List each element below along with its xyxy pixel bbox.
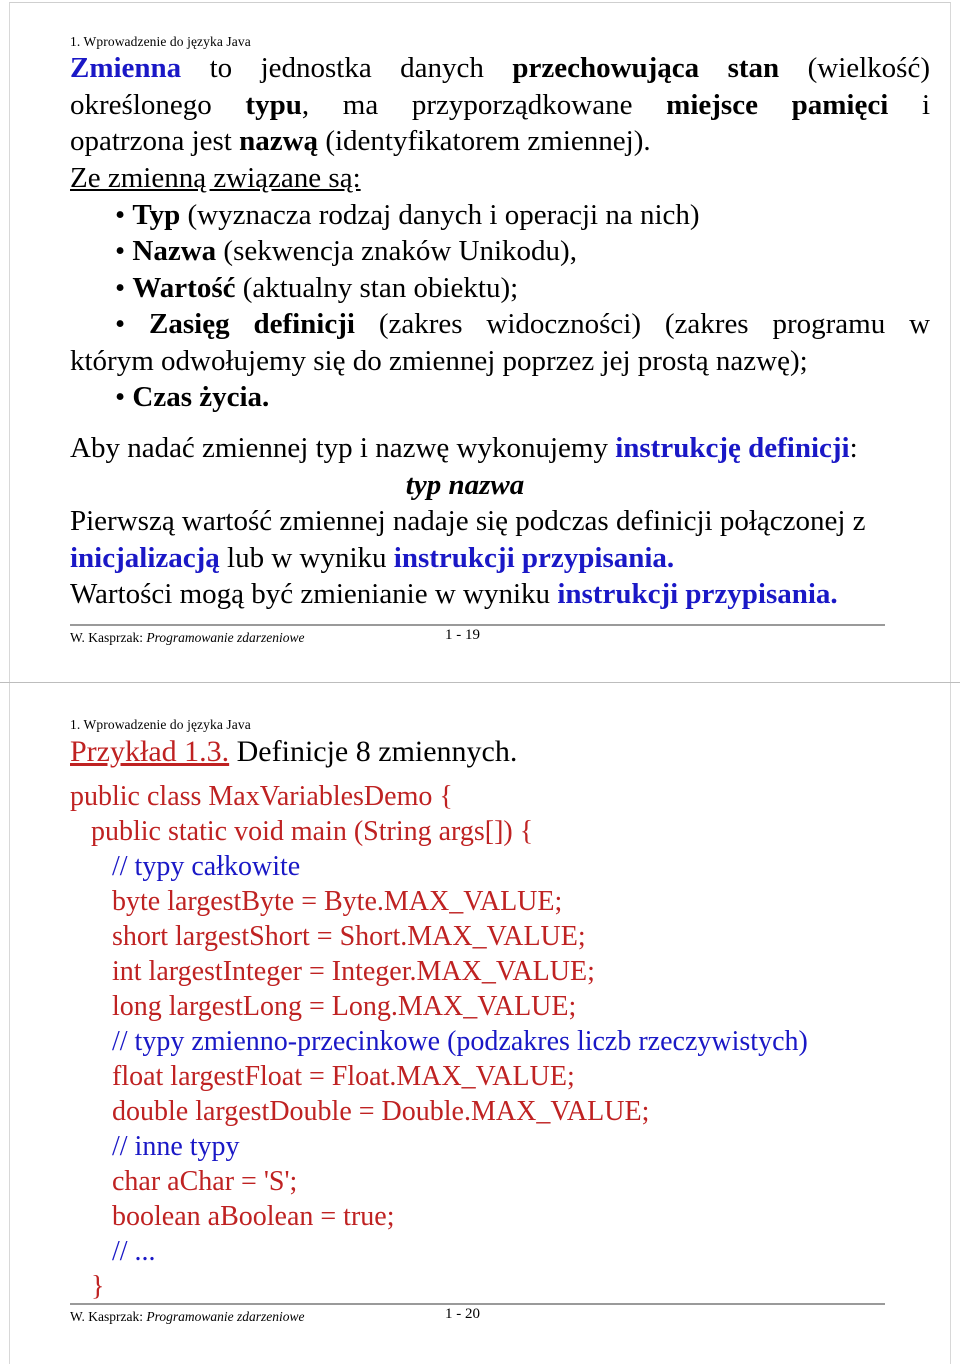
list-item-desc: (aktualny stan obiektu); [235, 271, 519, 304]
code-line: short largestShort = Short.MAX_VALUE; [70, 921, 586, 952]
footer-page-number: 1 - 20 [445, 1306, 480, 1322]
footer-author: W. Kasprzak: [70, 1309, 147, 1324]
slide-1-closing-block: Aby nadać zmiennej typ i nazwę wykonujem… [70, 430, 930, 613]
term-inicjalizacja: inicjalizacją [70, 541, 220, 574]
code-comment-line: // inne typy [70, 1131, 240, 1162]
list-item: • Wartość (aktualny stan obiektu); [70, 270, 930, 307]
footer-course-title: Programowanie zdarzeniowe [146, 630, 305, 645]
slide-2-kicker-block: 1. Wprowadzenie do języka Java [70, 717, 932, 732]
slide-2-footer: W. Kasprzak: Programowanie zdarzeniowe 1… [70, 1303, 885, 1325]
slide-kicker: 1. Wprowadzenie do języka Java [70, 717, 251, 732]
list-item-desc: (sekwencja znaków Unikodu), [216, 235, 577, 267]
list-item-term: Typ [132, 198, 181, 231]
code-block: public class MaxVariablesDemo { public s… [70, 779, 932, 1304]
example-label: Przykład 1.3. [70, 735, 230, 768]
page-title: Przykład 1.3. Definicje 8 zmiennych. [70, 733, 932, 771]
bullet-glyph-icon: • [115, 198, 133, 231]
paragraph-text: (identyfikatorem zmiennej). [318, 125, 651, 157]
slide-1-intro-paragraph: Zmienna to jednostka danych przechowując… [70, 50, 930, 160]
footer-divider [70, 624, 885, 626]
list-item-desc: (zakres widoczności) (zakres programu w [354, 308, 931, 340]
paragraph-text: (wielkość) [779, 52, 930, 84]
list-item-term: Nazwa [132, 235, 217, 267]
list-item: • Czas życia. [70, 379, 930, 416]
paragraph-text: opatrzona jest [70, 125, 240, 157]
list-item-continuation: którym odwołujemy się do zmiennej poprze… [70, 344, 808, 377]
paragraph-text: określonego [70, 88, 246, 121]
term-instrukcja-przypisania: instrukcji przypisania. [557, 578, 838, 610]
paragraph-line-2: określonego typu, ma przyporządkowane mi… [70, 87, 930, 124]
slide-1-kicker-block: 1. Wprowadzenie do języka Java [70, 34, 932, 49]
footer-row: W. Kasprzak: Programowanie zdarzeniowe 1… [70, 1306, 885, 1325]
list-heading: Ze zmienną związane są: [70, 160, 930, 197]
paragraph-line-1: Zmienna to jednostka danych przechowując… [70, 50, 930, 87]
list-item: • Nazwa (sekwencja znaków Unikodu), [70, 233, 930, 270]
slide-1-footer: W. Kasprzak: Programowanie zdarzeniowe 1… [70, 624, 885, 646]
syntax-line: typ nazwa [405, 468, 525, 501]
paragraph-text: , ma przyporządkowane [301, 88, 667, 121]
closing-line-3: inicjalizacją lub w wyniku instrukcji pr… [70, 540, 930, 577]
list-item-term: Czas życia. [132, 381, 270, 413]
slide-1: 1. Wprowadzenie do języka Java Zmienna t… [0, 0, 960, 682]
closing-line-1: Aby nadać zmiennej typ i nazwę wykonujem… [70, 430, 930, 467]
code-comment-line: // typy całkowite [70, 851, 301, 882]
code-line: double largestDouble = Double.MAX_VALUE; [70, 1096, 650, 1127]
term-zmienna: Zmienna [70, 52, 182, 84]
code-line: public static void main (String args[]) … [70, 816, 534, 847]
closing-line-4: Wartości mogą być zmienianie w wyniku in… [70, 576, 930, 613]
code-line: float largestFloat = Float.MAX_VALUE; [70, 1061, 575, 1092]
slide-1-list-block: Ze zmienną związane są: • Typ (wyznacza … [70, 160, 930, 416]
bullet-glyph-icon: • [115, 308, 150, 340]
bullet-glyph-icon: • [115, 235, 133, 267]
code-line: } [70, 1271, 105, 1302]
slide-2: 1. Wprowadzenie do języka Java Przykład … [0, 683, 960, 1367]
emphasis-nazwa: nazwą [239, 125, 319, 157]
code-comment-line: // typy zmienno-przecinkowe (podzakres l… [70, 1026, 808, 1057]
emphasis-przechowujaca-stan: przechowująca stan [512, 52, 780, 84]
footer-row: W. Kasprzak: Programowanie zdarzeniowe 1… [70, 627, 885, 646]
list-item: • Zasięg definicji (zakres widoczności) … [70, 306, 930, 343]
example-caption: Definicje 8 zmiennych. [229, 735, 518, 768]
code-line: public class MaxVariablesDemo { [70, 781, 453, 812]
footer-page-number: 1 - 19 [445, 627, 480, 643]
paragraph-line-3: opatrzona jest nazwą (identyfikatorem zm… [70, 123, 930, 160]
code-line: char aChar = 'S'; [70, 1166, 298, 1197]
bullet-glyph-icon: • [115, 381, 133, 413]
term-instrukcja-definicji: instrukcję definicji [615, 432, 850, 464]
list-item-term: Zasięg definicji [149, 308, 355, 340]
paragraph-text: i [888, 88, 930, 121]
slide-2-title-block: Przykład 1.3. Definicje 8 zmiennych. [70, 733, 932, 771]
paragraph-text: to jednostka danych [181, 52, 513, 84]
slide-kicker: 1. Wprowadzenie do języka Java [70, 34, 251, 49]
list-heading-text: Ze zmienną związane są: [70, 162, 361, 194]
code-line: long largestLong = Long.MAX_VALUE; [70, 991, 577, 1022]
list-item-desc: (wyznacza rodzaj danych i operacji na ni… [180, 198, 700, 231]
closing-text: lub w wyniku [219, 541, 394, 574]
closing-text: : [849, 432, 858, 464]
code-line: boolean aBoolean = true; [70, 1201, 395, 1232]
list-item-term: Wartość [132, 271, 236, 304]
emphasis-typu: typu [245, 88, 302, 121]
footer-divider [70, 1303, 885, 1305]
footer-author: W. Kasprzak: [70, 630, 147, 645]
emphasis-miejsce-pamieci: miejsce pamięci [666, 88, 889, 121]
footer-course-title: Programowanie zdarzeniowe [146, 1309, 305, 1324]
closing-line-2: Pierwszą wartość zmiennej nadaje się pod… [70, 505, 866, 537]
bullet-glyph-icon: • [115, 271, 133, 304]
code-line: int largestInteger = Integer.MAX_VALUE; [70, 956, 595, 987]
term-instrukcja-przypisania: instrukcji przypisania. [393, 541, 675, 574]
list-item: • Typ (wyznacza rodzaj danych i operacji… [70, 197, 930, 234]
closing-text: Wartości mogą być zmienianie w wyniku [70, 578, 558, 610]
closing-text: Aby nadać zmiennej typ i nazwę wykonujem… [70, 432, 616, 464]
code-comment-line: // ... [70, 1236, 156, 1267]
code-line: byte largestByte = Byte.MAX_VALUE; [70, 886, 563, 917]
